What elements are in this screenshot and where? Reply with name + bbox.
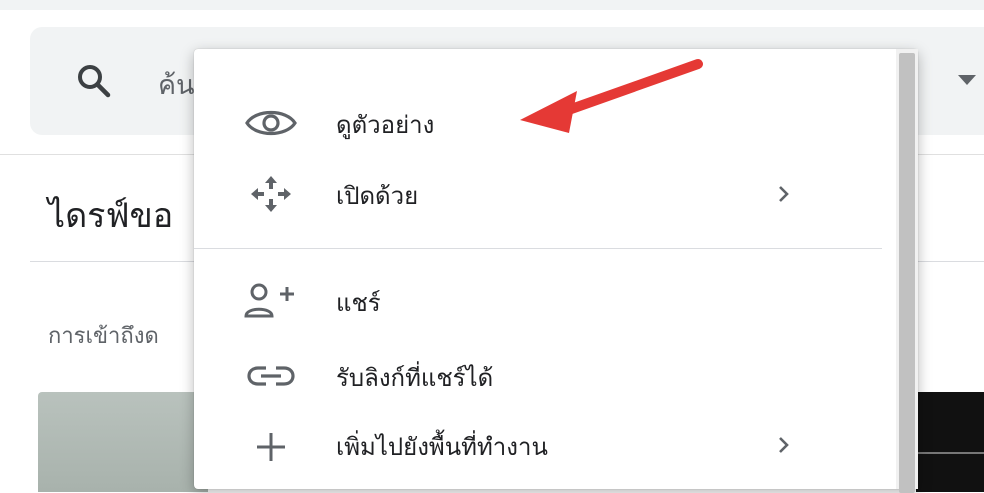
menu-item-label: รับลิงก์ที่แชร์ได้ [336,364,494,392]
chevron-right-icon [779,186,789,202]
search-input[interactable]: ค้น [158,63,195,106]
menu-item-get-link[interactable]: รับลิงก์ที่แชร์ได้ [194,344,894,408]
open-with-move-icon [251,176,291,212]
menu-item-label: เพิ่มไปยังพื้นที่ทำงาน [336,433,548,461]
menu-item-preview[interactable]: ดูตัวอย่าง [194,91,894,155]
file-thumbnail[interactable] [916,392,984,492]
menu-item-label: ดูตัวอย่าง [336,111,435,139]
menu-item-open-with[interactable]: เปิดด้วย [194,162,894,226]
window-top-edge [0,0,984,10]
link-icon [247,366,295,386]
menu-scrollbar[interactable] [896,49,918,493]
scrollbar-thumb[interactable] [899,53,915,493]
menu-item-share[interactable]: แชร์ [194,269,894,333]
search-icon[interactable] [74,61,114,101]
menu-item-add-to-workspace[interactable]: เพิ่มไปยังพื้นที่ทำงาน [194,413,894,477]
section-label: การเข้าถึงด [48,324,159,349]
eye-icon [245,110,297,136]
chevron-right-icon [779,437,789,453]
menu-item-label: แชร์ [336,289,381,317]
file-thumbnail[interactable] [38,392,208,492]
person-add-icon [244,283,294,318]
menu-divider [194,248,882,249]
page-title: ไดรฟ์ขอ [48,196,174,236]
context-menu: ดูตัวอย่าง เปิดด้วย แชร์ รับลิงก์ที่แชร์… [194,49,918,493]
menu-item-label: เปิดด้วย [336,182,419,210]
plus-icon [257,433,285,461]
dropdown-arrow-icon[interactable] [958,75,976,85]
thumbnail-detail [916,452,984,454]
